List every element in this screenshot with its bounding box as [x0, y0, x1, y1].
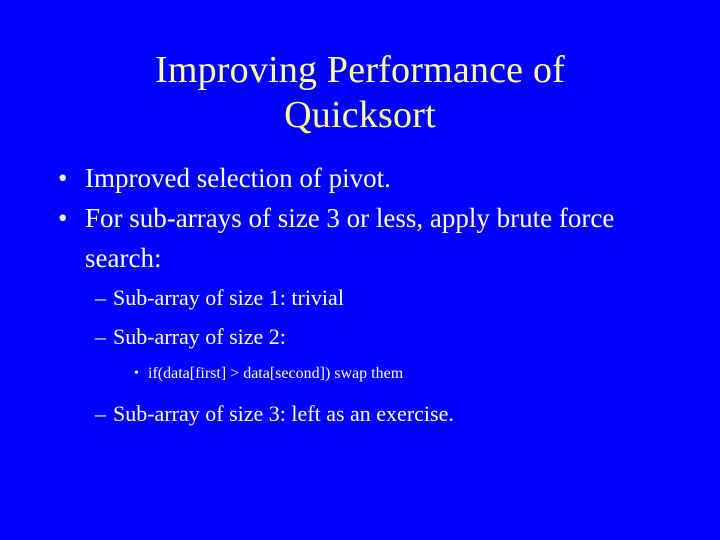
bullet-level1-item: • For sub-arrays of size 3 or less, appl… — [0, 198, 720, 278]
bullet-dash-icon: – — [95, 285, 106, 310]
bullet-dot-small-icon: • — [134, 366, 139, 381]
bullet-dash-icon: – — [95, 324, 106, 349]
slide-title: Improving Performance of Quicksort — [0, 48, 720, 138]
bullet-level1-text: For sub-arrays of size 3 or less, apply … — [85, 203, 615, 273]
slide-title-line-2: Quicksort — [284, 94, 436, 136]
slide-body: • Improved selection of pivot. • For sub… — [0, 158, 720, 433]
bullet-level2-text: Sub-array of size 2: — [113, 324, 286, 349]
slide-canvas: Improving Performance of Quicksort • Imp… — [0, 0, 720, 540]
bullet-level3-item: • if(data[first] > data[second]) swap th… — [0, 356, 720, 392]
bullet-level2-item: – Sub-array of size 2: — [0, 317, 720, 356]
bullet-level1-item: • Improved selection of pivot. — [0, 158, 720, 198]
bullet-level3-text: if(data[first] > data[second]) swap them — [148, 365, 404, 382]
bullet-level2-text: Sub-array of size 3: left as an exercise… — [113, 401, 454, 426]
bullet-level2-item: – Sub-array of size 1: trivial — [0, 278, 720, 317]
bullet-level2-text: Sub-array of size 1: trivial — [113, 285, 344, 310]
slide-title-line-1: Improving Performance of — [155, 49, 565, 91]
bullet-dot-icon: • — [58, 203, 68, 233]
bullet-level2-item: – Sub-array of size 3: left as an exerci… — [0, 394, 720, 433]
bullet-level1-text: Improved selection of pivot. — [85, 163, 391, 193]
bullet-dot-icon: • — [58, 163, 68, 193]
bullet-dash-icon: – — [95, 401, 106, 426]
